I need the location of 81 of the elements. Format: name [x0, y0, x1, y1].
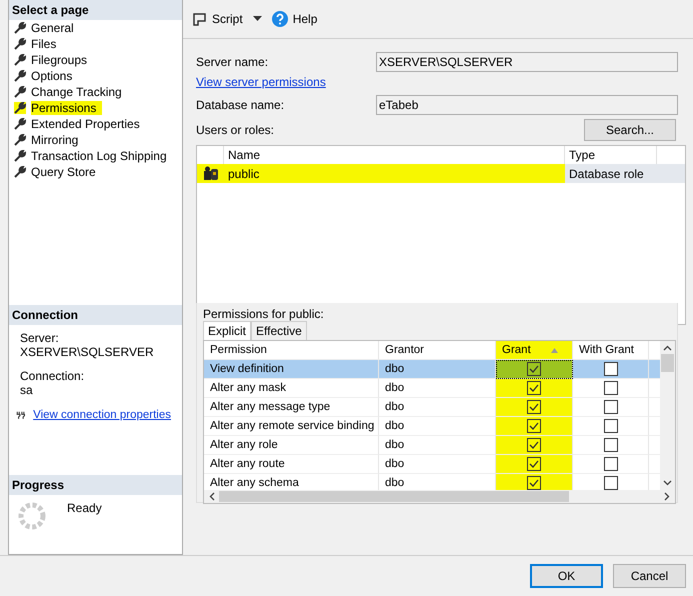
sidebar-item[interactable]: Transaction Log Shipping: [9, 148, 182, 164]
table-cell: View definition: [204, 360, 379, 379]
database-name-field[interactable]: eTabeb: [376, 95, 678, 115]
wrench-icon: [14, 22, 26, 34]
sidebar-item[interactable]: Change Tracking: [9, 84, 182, 100]
wrench-icon: [14, 54, 26, 66]
grant-checkbox[interactable]: [527, 400, 541, 414]
wrench-icon: [14, 134, 26, 146]
wrench-icon: [14, 102, 26, 114]
help-button[interactable]: Help: [270, 9, 320, 29]
scroll-thumb[interactable]: [219, 491, 569, 502]
search-button[interactable]: Search...: [584, 119, 676, 141]
table-cell: Alter any role: [204, 436, 379, 455]
help-icon: [272, 11, 288, 27]
table-cell: Alter any route: [204, 455, 379, 474]
server-value: XSERVER\SQLSERVER: [20, 345, 155, 359]
grant-checkbox[interactable]: [527, 438, 541, 452]
sidebar-item[interactable]: Mirroring: [9, 132, 182, 148]
scroll-right-icon[interactable]: [664, 492, 670, 501]
connection-value: sa: [20, 383, 34, 397]
with-grant-checkbox[interactable]: [604, 476, 618, 490]
field-label: Server name:: [196, 55, 270, 69]
with-grant-checkbox[interactable]: [604, 438, 618, 452]
dialog-button[interactable]: OK: [530, 564, 603, 588]
tab[interactable]: Explicit: [203, 321, 252, 340]
script-button[interactable]: Script: [191, 10, 245, 28]
scroll-left-icon[interactable]: [209, 492, 215, 501]
sidebar-item[interactable]: General: [9, 20, 182, 36]
with-grant-checkbox[interactable]: [604, 457, 618, 471]
grant-checkbox[interactable]: [527, 381, 541, 395]
grant-checkbox[interactable]: [527, 457, 541, 471]
role-icon: [202, 166, 218, 181]
section-header: Progress: [9, 475, 182, 495]
table-cell: Alter any remote service binding: [204, 417, 379, 436]
wrench-icon: [14, 150, 26, 162]
connection-properties-link[interactable]: View connection properties: [33, 409, 171, 421]
users-label: Users or roles:: [196, 123, 274, 137]
scroll-down-icon[interactable]: [663, 480, 672, 486]
server-name-field[interactable]: XSERVER\SQLSERVER: [376, 52, 678, 72]
connection-label: Connection:: [20, 369, 86, 383]
server-permissions-link[interactable]: View server permissions: [196, 75, 686, 89]
with-grant-checkbox[interactable]: [604, 400, 618, 414]
with-grant-checkbox[interactable]: [604, 362, 618, 376]
sidebar-item[interactable]: Filegroups: [9, 52, 182, 68]
wrench-icon: [14, 86, 26, 98]
dialog-button[interactable]: Cancel: [613, 564, 686, 588]
table-cell: public: [224, 164, 565, 183]
section-header: Connection: [9, 305, 182, 325]
vertical-scrollbar[interactable]: [660, 341, 675, 490]
sidebar-item[interactable]: Permissions: [9, 100, 182, 116]
grant-checkbox[interactable]: [527, 419, 541, 433]
sidebar-item[interactable]: Extended Properties: [9, 116, 182, 132]
user-row[interactable]: public Database role: [197, 164, 685, 183]
sidebar-item[interactable]: Files: [9, 36, 182, 52]
script-icon: [193, 12, 207, 26]
sidebar-item[interactable]: Query Store: [9, 164, 182, 180]
permissions-title: Permissions for public:: [203, 307, 325, 321]
spinner-icon: [17, 501, 47, 531]
caret-icon[interactable]: [252, 16, 262, 22]
horizontal-scrollbar[interactable]: [204, 490, 675, 503]
table-cell-text: Database role: [568, 166, 645, 182]
grant-checkbox[interactable]: [527, 476, 541, 490]
progress-status: Ready: [67, 501, 102, 515]
with-grant-checkbox[interactable]: [604, 419, 618, 433]
tab[interactable]: Effective: [251, 321, 307, 340]
wrench-icon: [14, 118, 26, 130]
sort-icon: [550, 348, 558, 352]
field-label: Database name:: [196, 98, 286, 112]
sidebar-item[interactable]: Options: [9, 68, 182, 84]
server-label: Server:: [20, 331, 60, 345]
wrench-icon: [14, 70, 26, 82]
wrench-icon: [14, 38, 26, 50]
table-cell: Alter any mask: [204, 379, 379, 398]
grant-checkbox[interactable]: [527, 362, 541, 376]
with-grant-checkbox[interactable]: [604, 381, 618, 395]
wrench-icon: [14, 166, 26, 178]
scroll-thumb[interactable]: [661, 354, 674, 372]
section-header: Select a page: [9, 0, 182, 20]
column-header[interactable]: Grant: [496, 341, 573, 360]
table-cell: Alter any message type: [204, 398, 379, 417]
scroll-up-icon[interactable]: [663, 345, 672, 351]
